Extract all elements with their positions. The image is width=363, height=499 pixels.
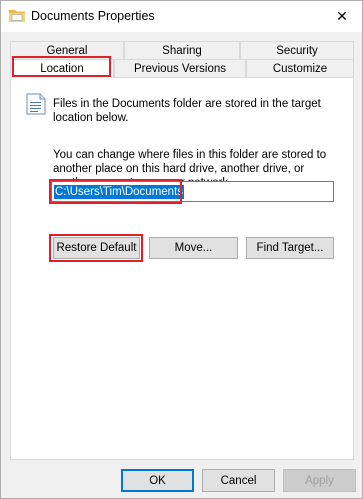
tab-general[interactable]: General bbox=[10, 41, 124, 59]
window-title: Documents Properties bbox=[31, 9, 155, 23]
ok-label: OK bbox=[149, 474, 166, 487]
folder-icon bbox=[9, 10, 25, 22]
cancel-label: Cancel bbox=[220, 474, 257, 487]
tab-previous-versions[interactable]: Previous Versions bbox=[114, 59, 246, 77]
tab-label: Security bbox=[276, 44, 318, 57]
tab-label: Previous Versions bbox=[133, 62, 227, 75]
apply-label: Apply bbox=[305, 474, 334, 487]
cancel-button[interactable]: Cancel bbox=[202, 469, 275, 492]
tab-label: Sharing bbox=[162, 44, 202, 57]
path-input[interactable]: C:\Users\Tim\Documents bbox=[51, 181, 334, 202]
tab-label: General bbox=[46, 44, 88, 57]
find-target-button[interactable]: Find Target... bbox=[246, 237, 334, 259]
tab-location[interactable]: Location bbox=[10, 59, 114, 78]
find-target-label: Find Target... bbox=[256, 242, 324, 254]
ok-button[interactable]: OK bbox=[121, 469, 194, 492]
close-icon: ✕ bbox=[336, 8, 348, 24]
restore-default-button[interactable]: Restore Default bbox=[53, 237, 140, 259]
location-info-text: Files in the Documents folder are stored… bbox=[53, 98, 321, 124]
apply-button[interactable]: Apply bbox=[283, 469, 356, 492]
path-value: C:\Users\Tim\Documents bbox=[54, 184, 185, 199]
tab-sharing[interactable]: Sharing bbox=[124, 41, 240, 59]
tab-label: Customize bbox=[272, 62, 328, 75]
restore-default-label: Restore Default bbox=[56, 242, 137, 254]
location-panel bbox=[10, 77, 354, 460]
tab-customize[interactable]: Customize bbox=[246, 59, 354, 77]
close-button[interactable]: ✕ bbox=[322, 1, 362, 32]
document-icon bbox=[26, 93, 46, 115]
title-bar: Documents Properties ✕ bbox=[1, 1, 362, 32]
tab-security[interactable]: Security bbox=[240, 41, 354, 59]
move-button[interactable]: Move... bbox=[149, 237, 238, 259]
properties-dialog: Documents Properties ✕ General Sharing S… bbox=[0, 0, 363, 499]
move-label: Move... bbox=[174, 242, 213, 254]
tab-label: Location bbox=[40, 63, 84, 75]
